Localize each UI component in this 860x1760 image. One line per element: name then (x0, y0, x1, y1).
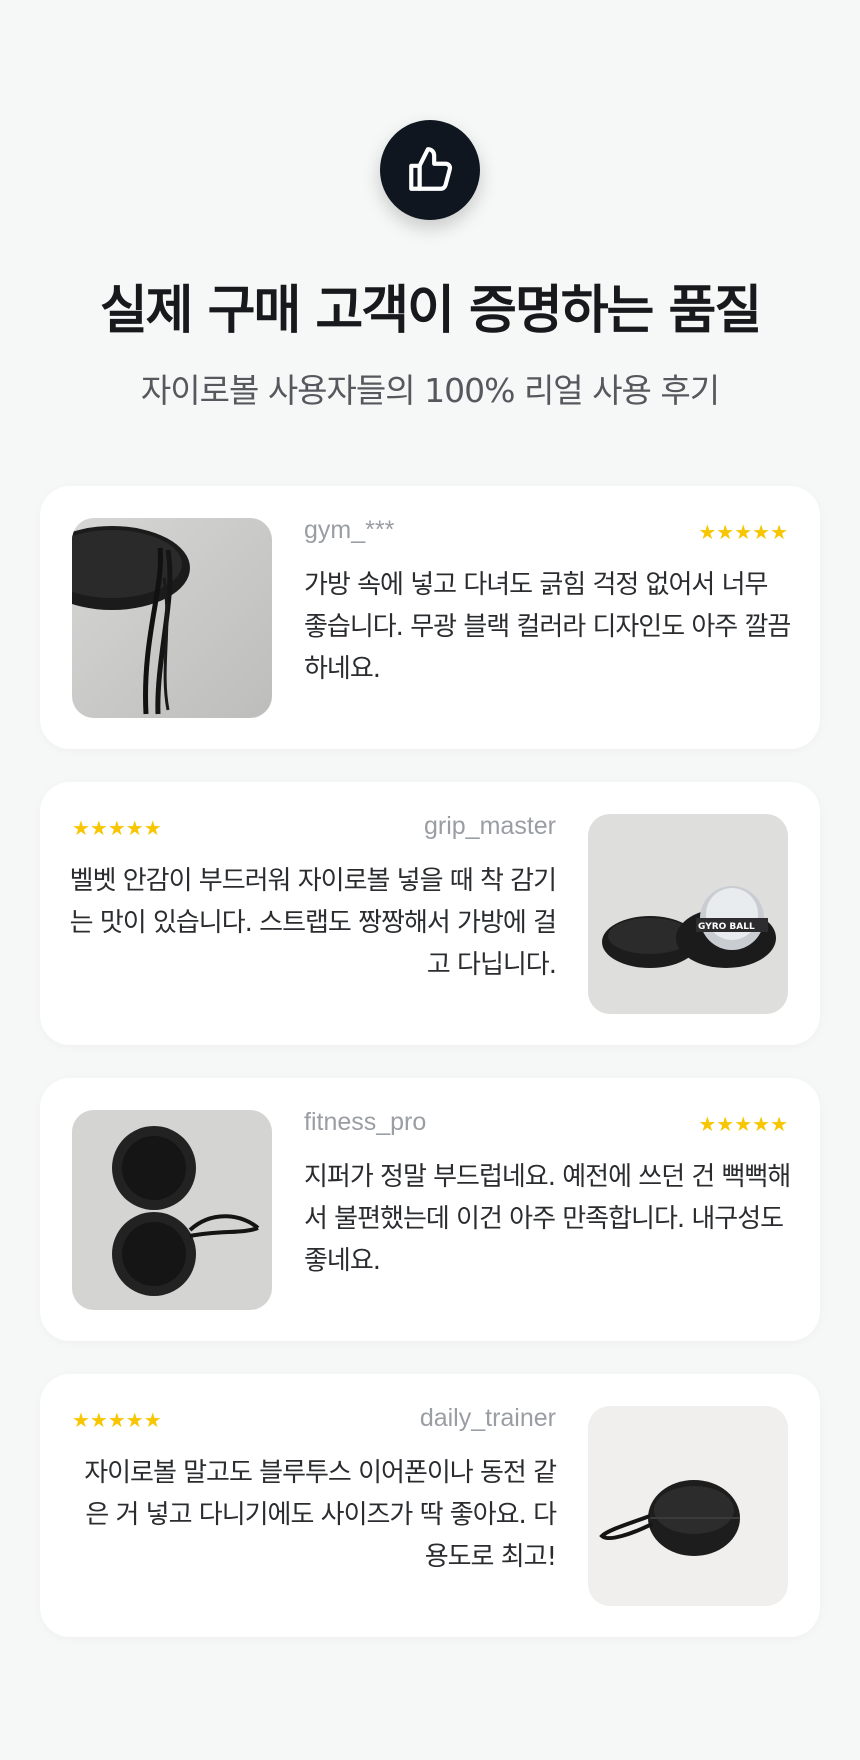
thumbs-up-icon (409, 147, 453, 191)
star-rating: ★★★★★ (72, 1408, 162, 1432)
review-username: grip_master (424, 812, 556, 840)
review-photo (72, 518, 272, 718)
case-strap-closeup-photo (72, 518, 272, 718)
open-case-gyro-ball-photo: GYRO BALL (588, 814, 788, 1014)
star-rating: ★★★★★ (698, 1112, 788, 1136)
open-case-top-view-photo (72, 1110, 272, 1310)
review-card: fitness_pro ★★★★★ 지퍼가 정말 부드럽네요. 예전에 쓰던 건… (40, 1078, 820, 1341)
review-text: 가방 속에 넣고 다녀도 긁힘 걱정 없어서 너무 좋습니다. 무광 블랙 컬러… (304, 570, 791, 684)
review-card: gym_*** ★★★★★ 가방 속에 넣고 다녀도 긁힘 걱정 없어서 너무 … (40, 486, 820, 749)
thumbs-up-badge (380, 120, 480, 220)
review-text: 자이로볼 말고도 블루투스 이어폰이나 동전 같은 거 넣고 다니기에도 사이즈… (84, 1458, 557, 1572)
svg-text:GYRO BALL: GYRO BALL (698, 922, 755, 932)
review-username: daily_trainer (419, 1404, 556, 1432)
section-subtitle: 자이로볼 사용자들의 100% 리얼 사용 후기 (140, 371, 720, 410)
closed-case-photo (588, 1406, 788, 1606)
star-rating: ★★★★★ (698, 520, 788, 544)
section-title: 실제 구매 고객이 증명하는 품질 (99, 281, 762, 341)
review-username: gym_*** (304, 516, 395, 544)
review-photo: GYRO BALL (588, 814, 788, 1014)
review-text: 벨벳 안감이 부드러워 자이로볼 넣을 때 착 감기는 맛이 있습니다. 스트랩… (69, 866, 557, 980)
reviews-section: 실제 구매 고객이 증명하는 품질 자이로볼 사용자들의 100% 리얼 사용 … (0, 0, 860, 1760)
review-card: daily_trainer ★★★★★ 자이로볼 말고도 블루투스 이어폰이나 … (40, 1374, 820, 1637)
review-username: fitness_pro (304, 1108, 427, 1136)
review-photo (72, 1110, 272, 1310)
review-photo (588, 1406, 788, 1606)
star-rating: ★★★★★ (72, 816, 162, 840)
review-text: 지퍼가 정말 부드럽네요. 예전에 쓰던 건 뻑뻑해서 불편했는데 이건 아주 … (304, 1162, 791, 1276)
review-card: GYRO BALL grip_master ★★★★★ 벨벳 안감이 부드러워 … (40, 782, 820, 1045)
